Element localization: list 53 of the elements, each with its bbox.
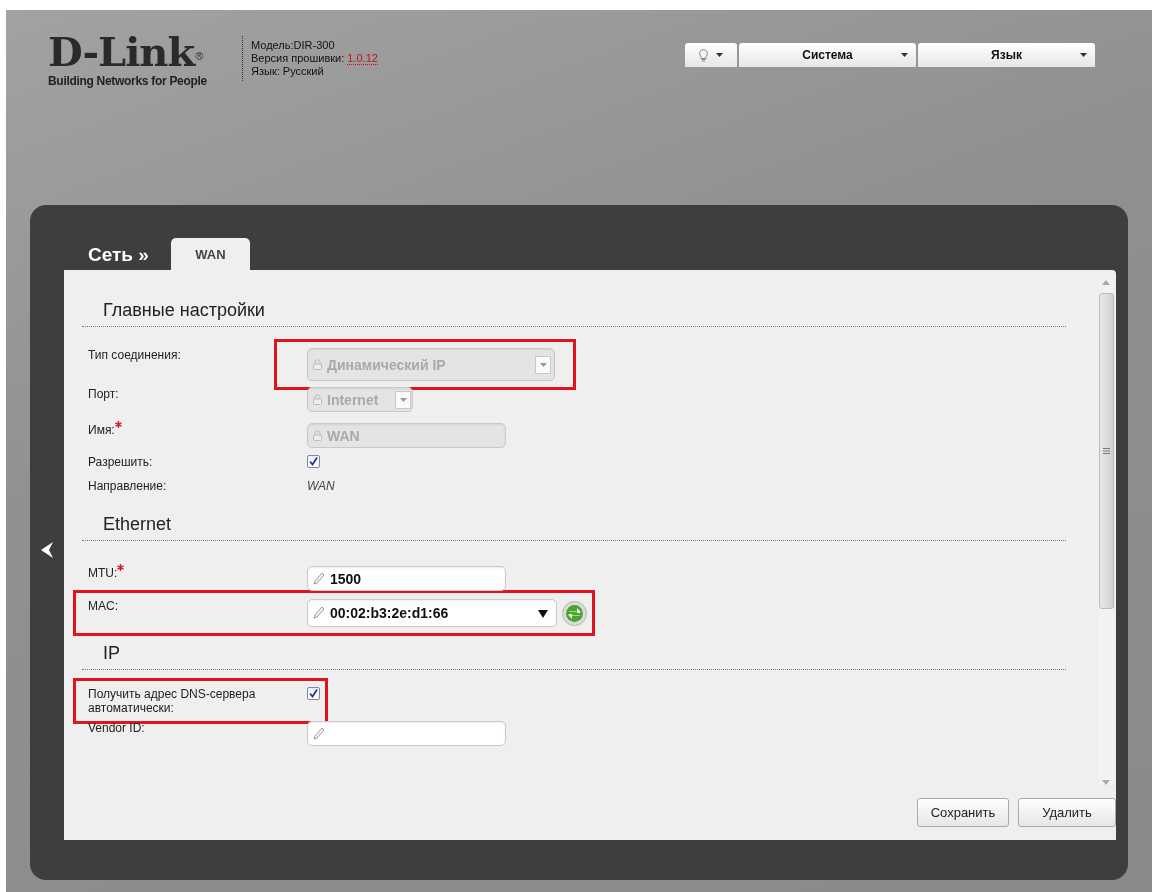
field-value: WAN <box>307 479 335 493</box>
caret-icon <box>716 53 723 57</box>
input-value: 00:02:b3:2e:d1:66 <box>330 605 449 621</box>
section-heading: IP <box>82 641 1066 670</box>
field-value: Internet <box>327 391 379 408</box>
pencil-icon <box>313 606 325 620</box>
pencil-icon <box>313 571 325 586</box>
field-label: Разрешить: <box>88 455 153 469</box>
field-value: Динамический IP <box>327 356 446 373</box>
back-arrow-icon[interactable] <box>41 542 53 558</box>
pencil-icon <box>313 726 325 741</box>
mac-combo-field[interactable]: 00:02:b3:2e:d1:66 <box>307 599 557 627</box>
text-input[interactable] <box>307 721 506 746</box>
field-label: Направление: <box>88 479 167 493</box>
lightbulb-icon <box>699 48 708 62</box>
caret-icon <box>539 362 547 367</box>
tips-menu-button[interactable] <box>685 43 737 67</box>
input-value: WAN <box>327 427 360 444</box>
tab[interactable]: WAN <box>170 238 250 270</box>
device-info-text: Модель:DIR-300 <box>251 39 335 52</box>
logo-tagline: Building Networks for People <box>48 74 207 88</box>
firmware-version-text: Версия прошивки: 1.0.12 <box>251 52 378 65</box>
menu-dropdown[interactable]: Язык <box>918 43 1095 67</box>
caret-icon <box>538 610 548 618</box>
field-label: Тип соединения: <box>88 348 181 362</box>
device-info-text: Язык: Русский <box>251 65 324 78</box>
caret-icon <box>1080 53 1087 57</box>
field-label: Vendor ID: <box>88 721 145 735</box>
field-label: MTU: <box>88 566 118 580</box>
scroll-down-arrow-icon[interactable] <box>1102 780 1110 785</box>
lock-icon <box>313 359 322 370</box>
breadcrumb-text: Сеть » <box>88 244 149 266</box>
section-heading: Главные настройки <box>82 298 1066 327</box>
text-input[interactable]: 1500 <box>307 566 506 591</box>
caret-icon <box>901 53 908 57</box>
input-value: 1500 <box>330 570 362 587</box>
field-label: MAC: <box>88 599 118 613</box>
logo-text: D-Link$^{®}$ <box>48 32 203 72</box>
lock-icon <box>313 394 322 405</box>
caret-icon <box>399 397 407 402</box>
field-label: Получить адрес DNS-сервера автоматически: <box>88 687 257 715</box>
field-label: Порт: <box>88 387 119 401</box>
swap-arrows-button[interactable] <box>562 600 587 626</box>
checkbox[interactable] <box>307 687 320 700</box>
section-heading: Ethernet <box>82 512 1066 541</box>
menu-dropdown[interactable]: Система <box>739 43 916 67</box>
grip-icon <box>1102 448 1110 454</box>
delete-button[interactable]: Удалить <box>1018 798 1116 827</box>
scroll-up-arrow-icon[interactable] <box>1102 280 1110 285</box>
save-button[interactable]: Сохранить <box>917 798 1009 827</box>
field-label: Имя: <box>88 423 115 437</box>
checkbox[interactable] <box>307 455 320 468</box>
lock-icon <box>313 430 322 441</box>
